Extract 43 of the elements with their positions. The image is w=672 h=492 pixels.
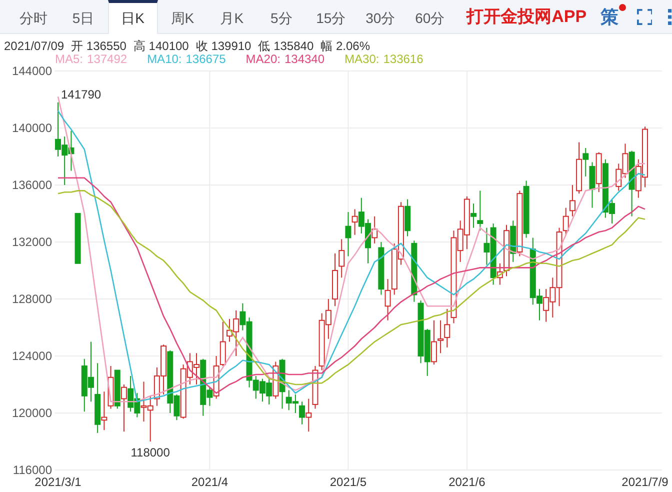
quote-field: 幅 2.06% (320, 39, 370, 53)
axis-tick-label: 128000 (12, 292, 52, 306)
legend-value: 133616 (383, 53, 424, 66)
axis-tick-label: 144000 (12, 66, 52, 78)
period-tab[interactable]: 周K (158, 0, 208, 33)
quote-field: 开 136550 (71, 39, 126, 53)
axis-tick-label: 2021/4 (191, 475, 228, 489)
axis-tick-label: 124000 (12, 349, 52, 363)
axis-tick-label: 2021/5 (330, 475, 367, 489)
legend-value: 134340 (284, 53, 325, 66)
fullscreen-icon[interactable] (636, 8, 652, 26)
period-tab[interactable]: 5日 (58, 0, 108, 33)
quote-field: 高 140100 (133, 39, 189, 53)
period-tab[interactable]: 分时 (9, 0, 58, 33)
quote-field: 收 139910 (196, 39, 252, 53)
axis-tick-label: 116000 (12, 463, 52, 477)
legend-series-name: MA5: (55, 53, 84, 66)
legend-series-name: MA10: (147, 53, 182, 66)
period-tab[interactable]: 30分 (356, 0, 406, 33)
legend-value: 136675 (186, 53, 226, 66)
period-tab[interactable]: 60分 (405, 0, 455, 33)
more-icon[interactable] (668, 8, 672, 26)
axis-tick-label: 140000 (12, 121, 52, 135)
axis-tick-label: 132000 (12, 235, 52, 249)
period-tab[interactable]: 15分 (306, 0, 356, 33)
axis-tick-label: 120000 (12, 406, 52, 420)
period-tab[interactable]: 日K (108, 0, 158, 34)
legend-series-name: MA20: (246, 53, 280, 66)
period-tab[interactable]: 月K (207, 0, 257, 33)
strategy-button[interactable]: 策 (600, 6, 619, 28)
price-annotation: 118000 (130, 446, 170, 460)
legend-series-name: MA30: (344, 53, 380, 66)
axis-tick-label: 2021/7/9 (622, 475, 668, 489)
period-tab[interactable]: 5分 (256, 0, 306, 33)
legend-value: 137492 (87, 53, 128, 66)
quote-field: 低 135840 (258, 39, 314, 53)
axis-tick-label: 136000 (12, 178, 52, 192)
open-app-link[interactable]: 打开金投网APP (466, 4, 587, 30)
axis-tick-label: 2021/6 (448, 475, 486, 489)
quote-date: 2021/07/09 (4, 39, 64, 53)
axis-tick-label: 2021/3/1 (34, 475, 82, 489)
candlestick (74, 213, 81, 264)
price-annotation: 141790 (61, 87, 102, 102)
